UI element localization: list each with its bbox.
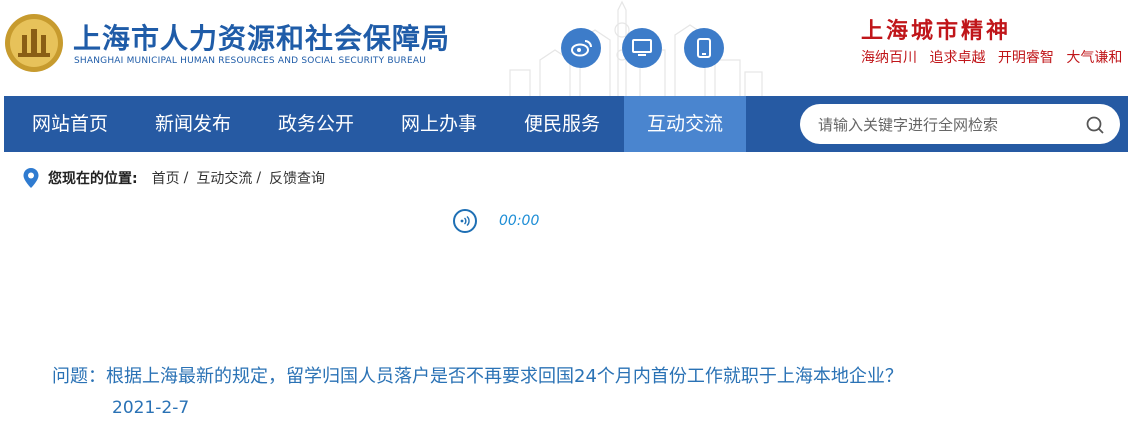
site-header: 上海市人力资源和社会保障局 SHANGHAI MUNICIPAL HUMAN R…: [0, 0, 1139, 96]
search-input[interactable]: [816, 104, 1080, 146]
breadcrumb-interaction[interactable]: 互动交流: [196, 168, 252, 188]
question-date: 2021-2-7: [112, 398, 190, 418]
weibo-icon: [571, 40, 592, 57]
question-text: 问题：根据上海最新的规定，留学归国人员落户是否不再要求回国24个月内首份工作就职…: [52, 366, 903, 387]
desktop-icon: [632, 39, 652, 56]
breadcrumb-label: 您现在的位置:: [48, 171, 138, 187]
nav-item-online-service[interactable]: 网上办事: [385, 96, 493, 152]
sound-wave-icon: [460, 215, 470, 227]
location-pin-icon: [23, 168, 39, 188]
audio-player: 00:00: [453, 209, 539, 233]
breadcrumb: 您现在的位置: 首页 / 互动交流 / 反馈查询: [22, 166, 325, 190]
nav-item-gov-info[interactable]: 政务公开: [262, 96, 370, 152]
spirit-word: 开明睿智: [997, 50, 1054, 66]
audio-time: 00:00: [499, 213, 540, 229]
city-spirit-words: 海纳百川 追求卓越 开明睿智 大气谦和: [861, 47, 1130, 67]
site-title[interactable]: 上海市人力资源和社会保障局: [73, 17, 450, 57]
mobile-icon: [697, 38, 711, 58]
breadcrumb-separator: /: [183, 170, 189, 186]
breadcrumb-separator: /: [256, 170, 262, 186]
main-nav: 网站首页 新闻发布 政务公开 网上办事 便民服务 互动交流: [4, 96, 1128, 152]
site-subtitle: SHANGHAI MUNICIPAL HUMAN RESOURCES AND S…: [74, 56, 427, 66]
breadcrumb-feedback: 反馈查询: [269, 171, 326, 187]
nav-item-interaction[interactable]: 互动交流: [624, 96, 746, 152]
spirit-word: 追求卓越: [929, 50, 986, 66]
search-icon[interactable]: [1084, 114, 1106, 136]
mobile-site-link[interactable]: [684, 28, 724, 68]
nav-item-news[interactable]: 新闻发布: [139, 96, 247, 152]
spirit-word: 海纳百川: [861, 50, 917, 66]
bureau-emblem-icon[interactable]: [4, 13, 64, 73]
city-spirit-title: 上海城市精神: [861, 18, 1012, 44]
weibo-link[interactable]: [561, 28, 601, 68]
breadcrumb-home[interactable]: 首页: [152, 168, 180, 188]
spirit-word: 大气谦和: [1066, 50, 1123, 66]
audio-play-button[interactable]: [453, 209, 477, 233]
nav-item-home[interactable]: 网站首页: [16, 96, 124, 152]
nav-item-public-service[interactable]: 便民服务: [508, 96, 616, 152]
search-box: [800, 104, 1120, 146]
desktop-site-link[interactable]: [622, 28, 662, 68]
